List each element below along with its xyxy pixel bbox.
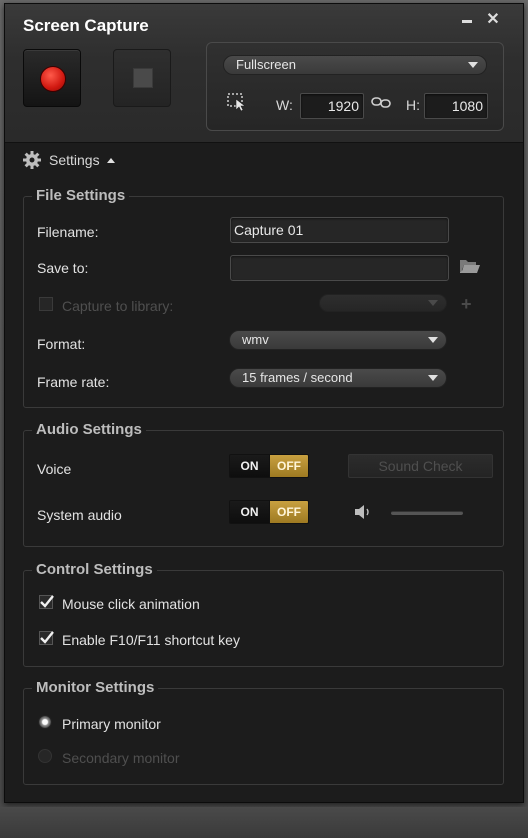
control-settings-title: Control Settings	[32, 561, 157, 578]
save-to-input[interactable]	[230, 255, 449, 281]
control-settings-group: Control Settings Mouse click animation E…	[23, 561, 504, 667]
checkmark-icon	[40, 595, 54, 608]
width-label: W:	[276, 97, 293, 113]
chevron-down-icon	[428, 375, 438, 381]
record-button[interactable]	[23, 49, 81, 107]
monitor-settings-title: Monitor Settings	[32, 679, 159, 696]
screen-capture-window: Screen Capture ✕ Fullscreen W: 1920 H: 1…	[4, 3, 524, 803]
monitor-settings-group: Monitor Settings Primary monitor Seconda…	[23, 679, 504, 785]
region-select-icon[interactable]	[227, 93, 247, 111]
frame-rate-value: 15 frames / second	[242, 370, 353, 385]
gear-icon	[23, 151, 41, 169]
capture-to-library-checkbox[interactable]	[39, 297, 53, 311]
format-dropdown[interactable]: wmv	[229, 330, 447, 350]
close-button[interactable]: ✕	[485, 12, 501, 28]
library-dropdown[interactable]	[319, 294, 447, 312]
stop-icon	[133, 68, 153, 88]
voice-on-option[interactable]: ON	[230, 455, 269, 477]
height-input[interactable]: 1080	[424, 93, 488, 119]
sound-check-button[interactable]: Sound Check	[348, 454, 493, 478]
mouse-click-checkbox[interactable]	[39, 595, 54, 609]
record-icon	[40, 66, 66, 92]
capture-mode-value: Fullscreen	[236, 57, 296, 72]
width-input[interactable]: 1920	[300, 93, 364, 119]
system-audio-on-option[interactable]: ON	[230, 501, 269, 523]
speaker-icon	[355, 505, 369, 519]
save-to-label: Save to:	[37, 260, 89, 276]
primary-monitor-radio[interactable]	[38, 715, 52, 729]
desktop-background	[0, 807, 528, 838]
voice-toggle[interactable]: ON OFF	[229, 454, 309, 478]
system-audio-volume-slider[interactable]	[391, 511, 463, 515]
filename-input[interactable]: Capture 01	[230, 217, 449, 243]
voice-off-option[interactable]: OFF	[269, 455, 308, 477]
voice-label: Voice	[37, 461, 72, 477]
add-library-icon[interactable]: +	[461, 295, 475, 313]
link-icon[interactable]	[371, 95, 391, 109]
system-audio-toggle[interactable]: ON OFF	[229, 500, 309, 524]
secondary-monitor-radio[interactable]	[38, 749, 52, 763]
height-label: H:	[406, 97, 420, 113]
audio-settings-group: Audio Settings Voice ON OFF Sound Check …	[23, 421, 504, 547]
checkmark-icon	[40, 631, 54, 644]
frame-rate-label: Frame rate:	[37, 374, 110, 390]
capture-to-library-label: Capture to library:	[62, 298, 174, 314]
chevron-down-icon	[468, 62, 478, 68]
format-label: Format:	[37, 336, 86, 352]
format-value: wmv	[242, 332, 269, 347]
chevron-down-icon	[428, 300, 438, 306]
chevron-up-icon	[107, 158, 115, 163]
frame-rate-dropdown[interactable]: 15 frames / second	[229, 368, 447, 388]
capture-area-panel: Fullscreen W: 1920 H: 1080	[206, 42, 504, 131]
primary-monitor-label: Primary monitor	[62, 716, 161, 732]
folder-icon[interactable]	[459, 257, 481, 275]
filename-label: Filename:	[37, 224, 99, 240]
settings-label: Settings	[49, 152, 100, 168]
chevron-down-icon	[428, 337, 438, 343]
shortcut-checkbox[interactable]	[39, 631, 54, 645]
title-bar: Screen Capture ✕ Fullscreen W: 1920 H: 1…	[5, 4, 523, 143]
window-title: Screen Capture	[23, 16, 149, 35]
audio-settings-title: Audio Settings	[32, 421, 146, 438]
capture-mode-dropdown[interactable]: Fullscreen	[223, 55, 487, 75]
stop-button[interactable]	[113, 49, 171, 107]
secondary-monitor-label: Secondary monitor	[62, 750, 180, 766]
system-audio-label: System audio	[37, 507, 122, 523]
system-audio-off-option[interactable]: OFF	[269, 501, 308, 523]
file-settings-title: File Settings	[32, 187, 130, 204]
shortcut-label: Enable F10/F11 shortcut key	[62, 632, 240, 648]
mouse-click-label: Mouse click animation	[62, 596, 200, 612]
file-settings-group: File Settings Filename: Capture 01 Save …	[23, 187, 504, 408]
minimize-button[interactable]	[459, 12, 475, 28]
